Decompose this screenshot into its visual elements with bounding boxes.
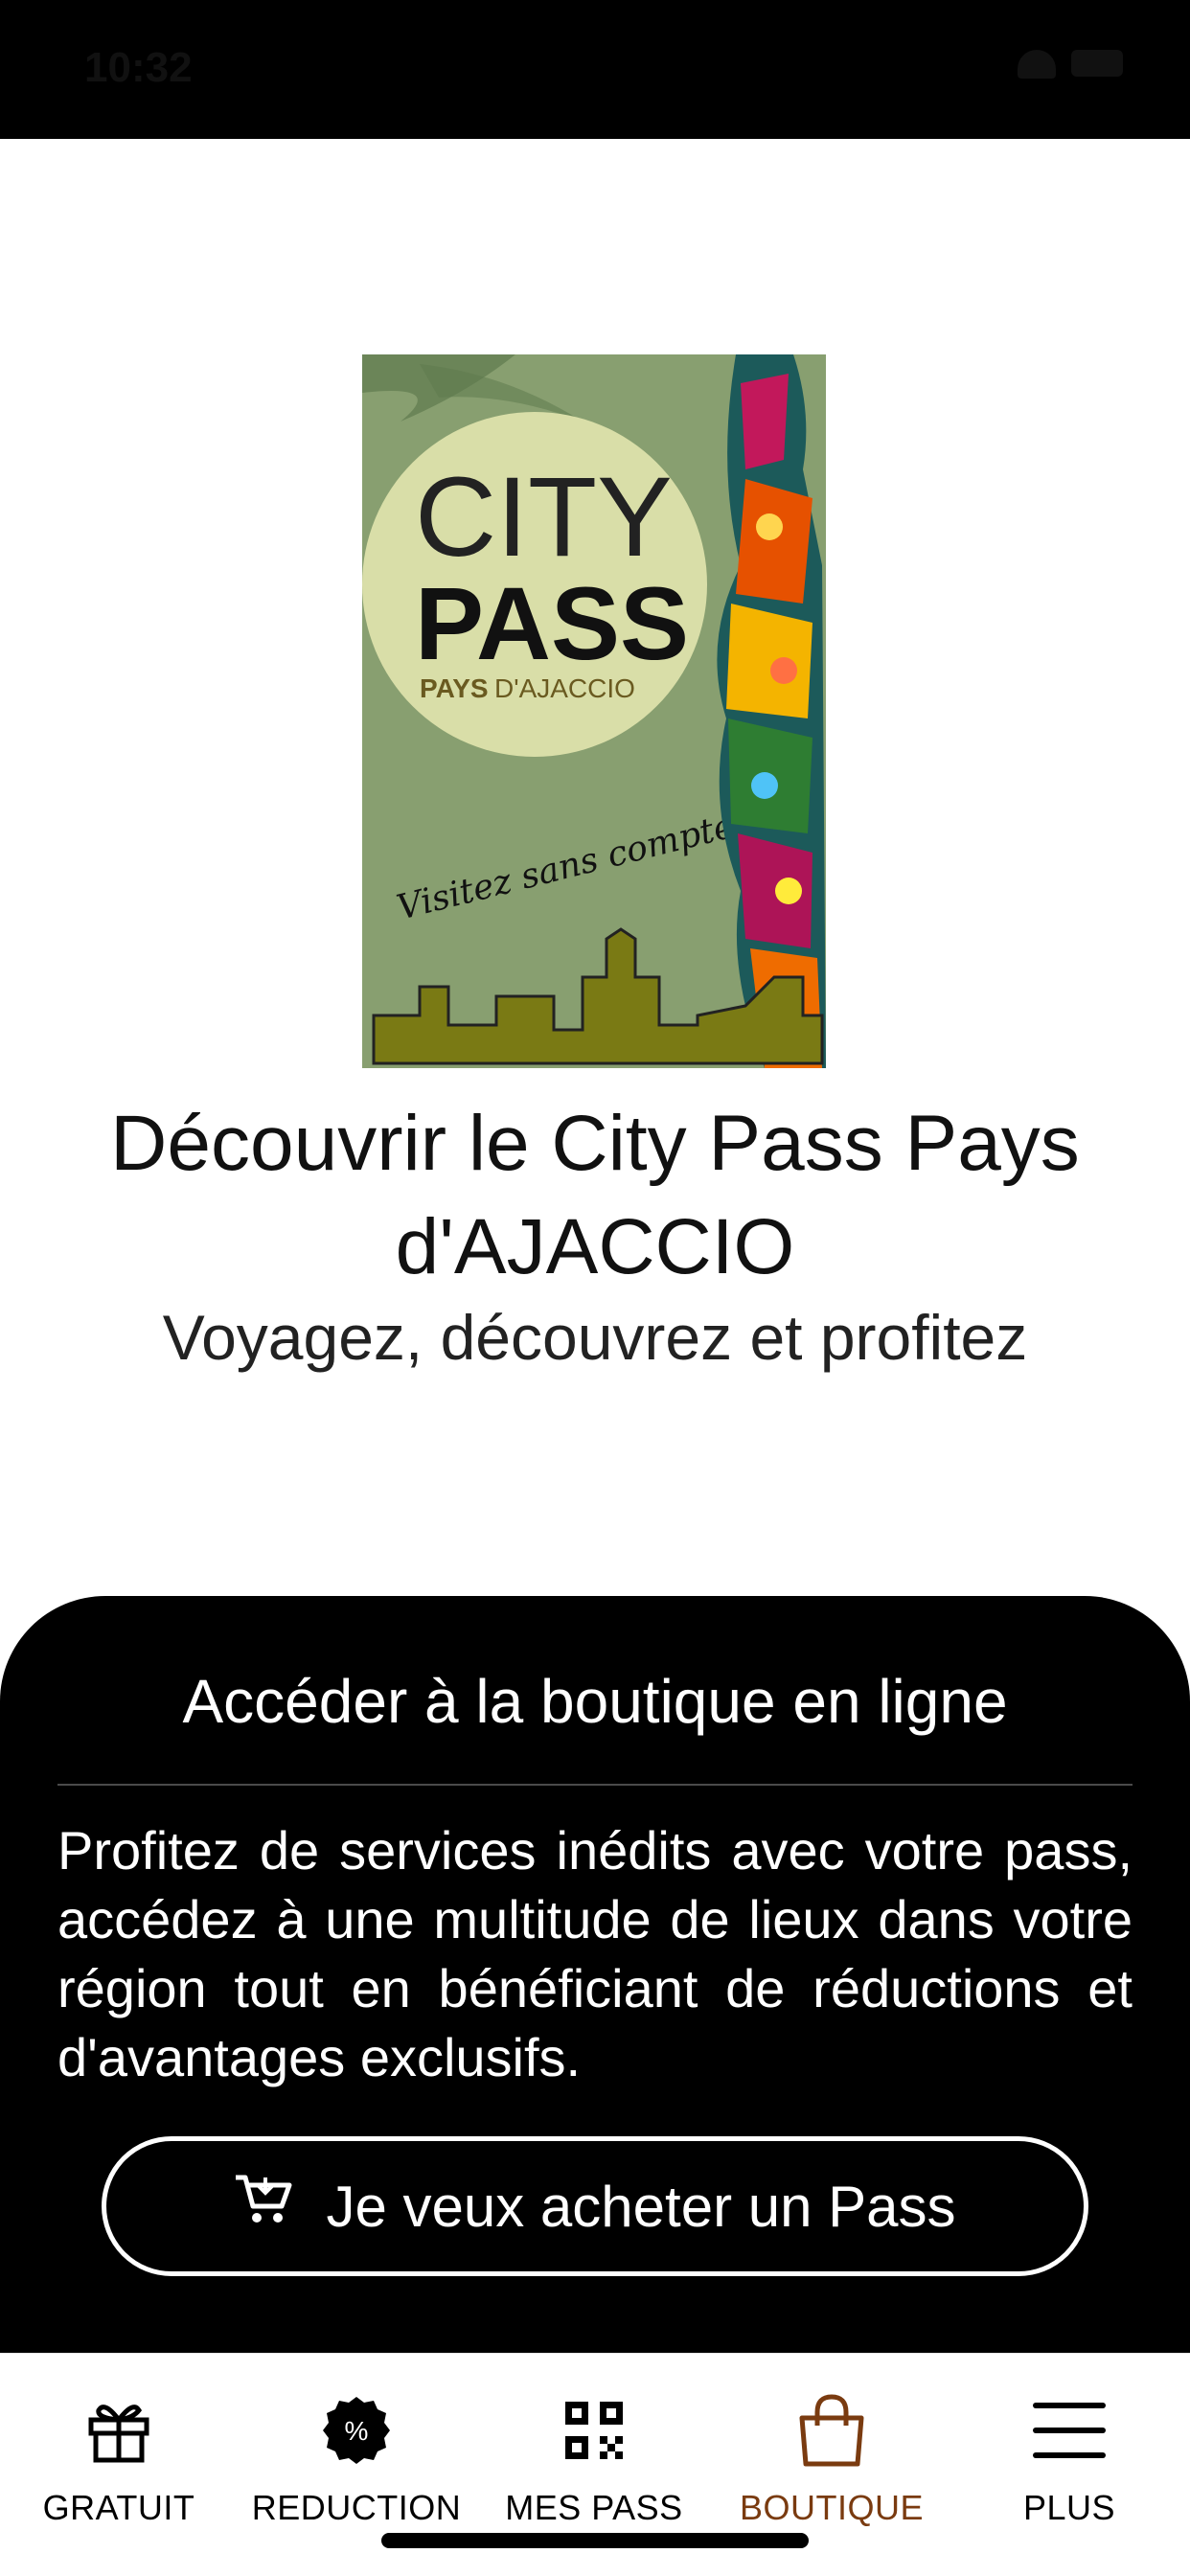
tab-plus[interactable]: PLUS xyxy=(950,2392,1188,2528)
shop-card: Accéder à la boutique en ligne Profitez … xyxy=(0,1596,1190,2353)
divider xyxy=(57,1784,1133,1786)
svg-text:%: % xyxy=(345,2416,369,2446)
city-pass-poster: CITY PASS PAYS D'AJACCIO Visitez sans co… xyxy=(362,354,826,1068)
tab-label: GRATUIT xyxy=(42,2488,195,2527)
page-subtitle: Voyagez, découvrez et profitez xyxy=(162,1302,1028,1373)
page-title: Découvrir le City Pass Pays d'AJACCIO xyxy=(110,1100,1080,1290)
tab-reduction[interactable]: % REDUCTION xyxy=(238,2392,475,2528)
status-bar: 10:32 xyxy=(0,0,1190,139)
tab-gratuit[interactable]: GRATUIT xyxy=(0,2392,238,2528)
battery-icon xyxy=(1071,50,1123,77)
buy-pass-button[interactable]: Je veux acheter un Pass xyxy=(102,2136,1088,2276)
poster-logo-sub: D'AJACCIO xyxy=(494,673,635,703)
tab-boutique[interactable]: BOUTIQUE xyxy=(713,2392,950,2528)
home-indicator[interactable] xyxy=(381,2533,809,2548)
poster-logo-city: CITY xyxy=(415,454,673,581)
menu-icon xyxy=(950,2392,1188,2469)
tab-label: REDUCTION xyxy=(251,2488,462,2527)
shop-card-description: Profitez de services inédits avec votre … xyxy=(57,1820,1133,2087)
buy-pass-label: Je veux acheter un Pass xyxy=(326,2174,956,2239)
tab-label: MES PASS xyxy=(505,2488,683,2527)
poster-logo-pass: PASS xyxy=(415,565,689,681)
status-icons xyxy=(1018,50,1123,79)
poster-logo-sub-bold: PAYS xyxy=(420,673,489,703)
percent-badge-icon: % xyxy=(238,2392,475,2469)
shopping-bag-icon xyxy=(713,2392,950,2469)
status-time: 10:32 xyxy=(84,44,193,91)
shop-card-title: Accéder à la boutique en ligne xyxy=(182,1667,1008,1736)
tab-label: BOUTIQUE xyxy=(739,2488,924,2527)
gift-icon xyxy=(0,2392,238,2469)
cart-icon xyxy=(234,2172,293,2241)
wifi-icon xyxy=(1018,50,1056,79)
qr-code-icon xyxy=(475,2392,713,2469)
tab-label: PLUS xyxy=(1022,2488,1116,2527)
tab-mes-pass[interactable]: MES PASS xyxy=(475,2392,713,2528)
